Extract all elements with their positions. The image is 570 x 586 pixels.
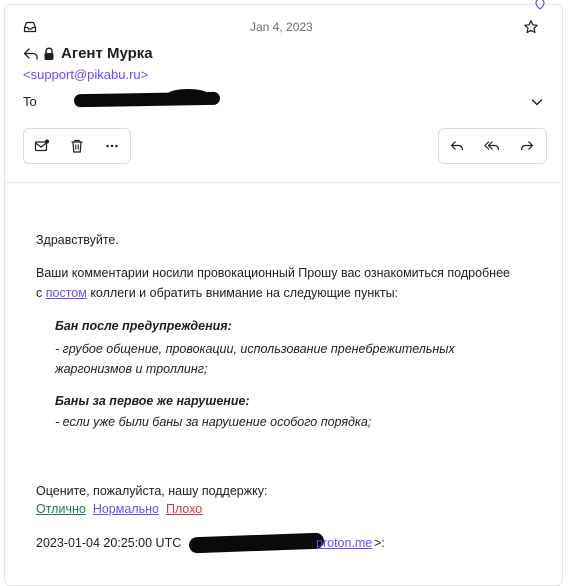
reply-indicator-icon [23, 47, 38, 60]
forward-button[interactable] [509, 129, 544, 163]
to-label: To [23, 94, 37, 109]
trash-button[interactable] [59, 129, 94, 163]
mark-unread-icon [34, 139, 49, 152]
sender-row: Агент Мурка [23, 45, 153, 62]
message-actions-toolbar [23, 128, 131, 164]
inbox-icon [23, 21, 37, 33]
pin-marker-icon [535, 0, 545, 10]
quoted-address-link[interactable]: proton.me [316, 536, 372, 550]
rating-question: Оцените, пожалуйста, нашу поддержку: [36, 484, 268, 498]
rating-links: Отлично Нормально Плохо [36, 502, 202, 516]
chevron-down-icon[interactable] [530, 95, 544, 109]
more-button[interactable] [94, 129, 129, 163]
rating-good-link[interactable]: Отлично [36, 502, 86, 516]
reply-button[interactable] [439, 129, 474, 163]
intro-text-part2: коллеги и обратить внимание на следующие… [86, 286, 399, 300]
reply-all-button[interactable] [474, 129, 509, 163]
rule2-title: Баны за первое же нарушение: [55, 394, 250, 408]
more-icon [105, 144, 118, 148]
intro-paragraph: Ваши комментарии носили провокационный П… [36, 263, 516, 303]
reply-actions-toolbar [438, 128, 547, 164]
quoted-header-suffix: >: [374, 536, 385, 550]
rule1-text: - грубое общение, провокации, использова… [55, 342, 455, 376]
message-date: Jan 4, 2023 [250, 20, 313, 34]
lock-icon [44, 46, 54, 60]
greeting-text: Здравствуйте. [36, 233, 119, 247]
quoted-header-prefix: 2023-01-04 20:25:00 UTC [36, 536, 182, 550]
forward-icon [520, 141, 533, 151]
rating-bad-link[interactable]: Плохо [166, 502, 202, 516]
rating-neutral-link[interactable]: Нормально [93, 502, 159, 516]
rule2-text: - если уже были баны за нарушение особог… [55, 415, 372, 429]
reply-all-icon [483, 141, 499, 151]
star-icon[interactable] [523, 19, 539, 35]
post-link[interactable]: постом [46, 286, 87, 300]
reply-icon [450, 141, 463, 151]
trash-icon [71, 139, 82, 153]
mark-unread-button[interactable] [24, 129, 59, 163]
sender-email[interactable]: <support@pikabu.ru> [23, 67, 148, 82]
redacted-recipient-mark [168, 89, 208, 99]
sender-name: Агент Мурка [61, 45, 153, 62]
header-divider [4, 182, 561, 183]
rule1-title: Бан после предупреждения: [55, 319, 232, 333]
